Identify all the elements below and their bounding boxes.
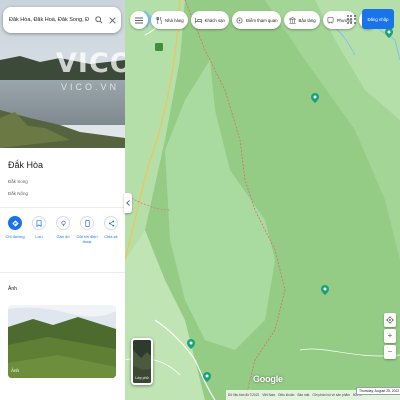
map-data-credit: Dữ liệu bản đồ ©2022 [228,393,260,397]
chip-hotels[interactable]: Khách sạn [190,11,229,29]
chip-restaurants[interactable]: Nhà hàng [151,11,188,29]
menu-button[interactable] [130,11,148,29]
footer-terms[interactable]: Điều khoản [278,393,294,397]
directions-button[interactable]: Chỉ đường [4,216,26,244]
photo-label: Ảnh [11,368,20,373]
chip-label: Khách sạn [204,17,225,23]
photos-section-title: Ảnh [8,286,17,292]
layers-button[interactable]: Lớp phủ [131,338,153,385]
collapse-panel-button[interactable] [124,193,132,213]
search-icon[interactable] [94,15,104,25]
nearby-button[interactable]: Gần đó [52,216,74,244]
map-controls: + − [384,313,396,359]
send-to-phone-icon [80,216,94,230]
my-location-button[interactable] [384,313,396,327]
search-box[interactable]: Đắk Hòa, Đắk Hoà, Đắk Song, Đ [3,7,121,33]
map-pin-icon[interactable] [203,372,211,382]
map-pin-icon[interactable] [311,93,319,103]
map-canvas[interactable] [125,0,400,400]
menu-icon [135,17,143,23]
footer-privacy[interactable]: Bảo mật [297,393,309,397]
zoom-out-button[interactable]: − [384,345,396,359]
place-district: Đắk Song [8,179,28,184]
transit-icon [327,16,335,24]
share-button[interactable]: Chia sẻ [100,216,122,244]
chip-attractions[interactable]: Điểm tham quan [231,11,282,29]
chip-label: Điểm tham quan [245,17,278,23]
share-icon [104,216,118,230]
attraction-icon [236,16,244,24]
chevron-left-icon [126,200,130,206]
action-bar: Chỉ đường Lưu Gần đó Gửi tới điện thoại … [4,216,122,244]
hotel-icon [195,16,203,24]
map-pin-icon[interactable] [385,28,393,38]
search-input[interactable]: Đắk Hòa, Đắk Hoà, Đắk Song, Đ [9,17,91,23]
divider [0,272,125,273]
category-chips: Nhà hàng Khách sạn Điểm tham quan Bảo tà… [130,11,378,29]
chip-label: Nhà hàng [165,17,184,23]
send-to-phone-button[interactable]: Gửi tới điện thoại [76,216,98,244]
chip-label: Bảo tàng [298,17,316,23]
my-location-icon [386,316,394,324]
directions-label: Chỉ đường [5,234,25,239]
layers-label: Lớp phủ [135,376,149,380]
footer-feedback[interactable]: Gửi phản hồi về sản phẩm [312,393,350,397]
date-badge: Thursday, August 25, 2022 [356,387,400,395]
watermark-subtitle: VICO.VN [61,82,120,92]
divider [0,207,125,208]
place-title: Đắk Hòa [8,160,44,170]
place-photo[interactable]: Ảnh [8,305,116,378]
directions-icon [8,216,22,230]
save-label: Lưu [35,234,43,239]
restaurant-icon [155,16,163,24]
save-button[interactable]: Lưu [28,216,50,244]
museum-icon [288,16,296,24]
place-province: Đắk Nông [8,191,29,196]
sign-in-button[interactable]: Đăng nhập [362,9,394,29]
place-panel: VICO VICO.VN Đắk Hòa, Đắk Hoà, Đắk Song,… [0,0,125,400]
chip-museums[interactable]: Bảo tàng [284,11,320,29]
watermark: VICO [56,48,125,79]
apps-grid-icon[interactable] [345,13,357,25]
close-icon[interactable] [107,15,117,25]
google-logo: Google [253,374,283,384]
send-to-phone-label: Gửi tới điện thoại [76,234,98,244]
zoom-in-button[interactable]: + [384,329,396,343]
map-pin-icon[interactable] [321,285,329,295]
share-label: Chia sẻ [104,234,118,239]
nearby-icon [56,216,70,230]
bookmark-icon [32,216,46,230]
road-shield-icon [155,43,163,51]
nearby-label: Gần đó [56,234,70,239]
map-pin-icon[interactable] [187,339,195,349]
footer-region[interactable]: Việt Nam [262,393,275,397]
